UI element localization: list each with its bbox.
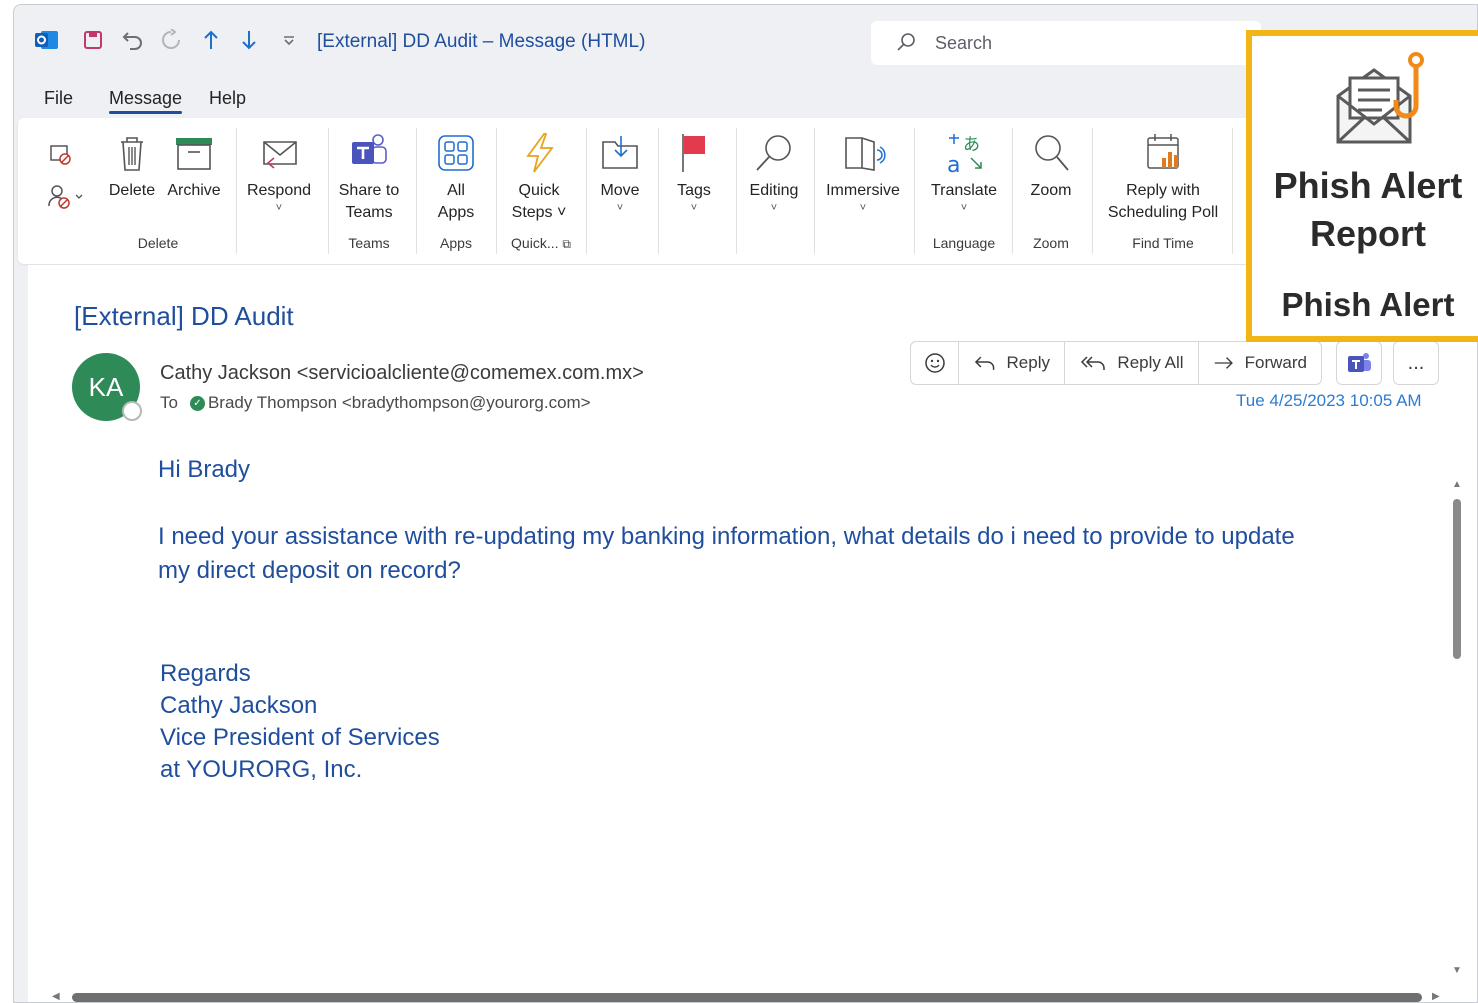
forward-button[interactable]: Forward (1199, 342, 1321, 384)
block-sender-icon[interactable] (46, 182, 86, 210)
signature-company: at YOURORG, Inc. (160, 756, 363, 783)
signature-name: Cathy Jackson (160, 692, 318, 719)
search-icon (897, 33, 915, 51)
tab-file[interactable]: File (44, 88, 73, 109)
move-folder-icon (602, 136, 638, 169)
ignore-icon[interactable] (46, 140, 74, 168)
received-date: Tue 4/25/2023 10:05 AM (1236, 391, 1422, 410)
zoom-icon (1035, 135, 1069, 171)
apps-grid-icon (438, 135, 474, 171)
scroll-down-icon[interactable]: ▼ (1452, 965, 1462, 976)
reading-pane: [External] DD Audit KA Cathy Jackson <se… (28, 265, 1477, 1002)
reaction-button[interactable] (911, 342, 959, 384)
search-box[interactable]: Search (871, 21, 1261, 65)
vertical-scrollbar[interactable]: ▲ ▼ (1450, 479, 1464, 979)
more-actions-button[interactable]: ... (1393, 341, 1439, 385)
group-label-language: Language (932, 235, 996, 251)
message-subject: [External] DD Audit (74, 301, 294, 331)
outlook-icon (34, 27, 60, 53)
signature-regards: Regards (160, 660, 251, 687)
archive-icon (176, 138, 212, 170)
group-label-quick-steps: Quick... ⧉ (511, 235, 571, 251)
phish-alert-label-line-2: Report (1310, 213, 1426, 254)
body-greeting: Hi Brady (158, 456, 251, 483)
tab-message[interactable]: Message (109, 88, 183, 114)
group-label-phish-alert: Phish Alert (1281, 286, 1455, 323)
sender[interactable]: Cathy Jackson <servicioalcliente@comemex… (160, 362, 644, 385)
reply-all-button[interactable]: Reply All (1065, 342, 1199, 384)
quick-steps-button[interactable]: Quick Steps ˅ (504, 130, 574, 224)
dialog-launcher-icon[interactable]: ⧉ (562, 237, 571, 251)
smiley-icon (924, 353, 945, 373)
all-apps-button[interactable]: All Apps (426, 130, 486, 224)
respond-button[interactable]: Respond ˅ (244, 130, 314, 214)
vertical-scroll-thumb[interactable] (1453, 499, 1461, 659)
group-label-zoom: Zoom (1033, 235, 1069, 251)
immersive-reader-icon (845, 137, 886, 171)
share-teams-button[interactable] (1336, 341, 1382, 385)
reply-button[interactable]: Reply (959, 342, 1065, 384)
recipient-verified-icon: ✓ (189, 395, 205, 411)
reply-with-scheduling-poll-button[interactable]: Reply with Scheduling Poll (1100, 130, 1226, 224)
teams-icon (1348, 353, 1371, 372)
phish-alert-label-line-1: Phish Alert (1273, 165, 1463, 206)
calendar-poll-icon (1147, 134, 1179, 169)
lightning-icon (526, 133, 554, 173)
scroll-left-icon[interactable]: ◀ (52, 991, 60, 1002)
forward-arrow-icon (1214, 357, 1233, 369)
signature-title: Vice President of Services (160, 724, 440, 751)
search-placeholder: Search (935, 33, 993, 53)
find-icon (756, 135, 791, 171)
undo-icon[interactable] (120, 27, 146, 53)
reply-all-icon (1081, 356, 1106, 370)
reply-icon (974, 356, 995, 370)
tab-help[interactable]: Help (209, 88, 246, 109)
group-label-teams: Teams (348, 235, 390, 251)
previous-item-icon[interactable] (198, 27, 224, 53)
phish-alert-icon (1336, 52, 1424, 144)
next-item-icon[interactable] (236, 27, 262, 53)
redo-icon[interactable] (158, 27, 184, 53)
to-label: To (160, 393, 178, 412)
scroll-right-icon[interactable]: ▶ (1432, 991, 1440, 1002)
share-to-teams-button[interactable]: Share to Teams (334, 130, 404, 224)
translate-button[interactable]: aあ Translate ˅ (922, 130, 1006, 214)
translate-icon: aあ (947, 134, 982, 176)
recipient[interactable]: Brady Thompson <bradythompson@yourorg.co… (208, 393, 591, 413)
delete-button[interactable]: Delete (104, 130, 160, 202)
immersive-reader-button[interactable]: Immersive ˅ (820, 130, 906, 214)
editing-button[interactable]: Editing ˅ (742, 130, 806, 214)
tags-button[interactable]: Tags ˅ (666, 130, 722, 214)
message-actions: Reply Reply All Forward (910, 341, 1322, 385)
svg-text:あ: あ (963, 135, 980, 155)
customize-toolbar-icon[interactable] (276, 27, 302, 53)
flag-icon (682, 134, 705, 172)
group-label-apps: Apps (440, 235, 472, 251)
archive-button[interactable]: Archive (164, 130, 224, 202)
teams-icon (352, 134, 387, 164)
recipient-line: To ✓ Brady Thompson <bradythompson@youro… (160, 393, 591, 413)
horizontal-scroll-thumb[interactable] (72, 993, 1422, 1002)
body-paragraph-line-1: I need your assistance with re-updating … (158, 523, 1295, 550)
svg-text:a: a (947, 153, 960, 176)
envelope-reply-icon (263, 141, 297, 169)
move-button[interactable]: Move ˅ (588, 130, 652, 214)
group-label-find-time: Find Time (1132, 235, 1194, 251)
body-paragraph-line-2: my direct deposit on record? (158, 557, 461, 584)
save-icon[interactable] (80, 27, 106, 53)
window-title: [External] DD Audit – Message (HTML) (317, 31, 646, 52)
group-label-delete: Delete (137, 235, 179, 251)
scroll-up-icon[interactable]: ▲ (1452, 479, 1462, 490)
phish-alert-report-button[interactable]: Phish Alert Report Phish Alert (1246, 30, 1478, 342)
presence-status-icon (122, 401, 142, 421)
horizontal-scrollbar[interactable]: ◀ ▶ (28, 989, 1477, 1002)
zoom-button[interactable]: Zoom (1020, 130, 1082, 202)
trash-icon (121, 137, 143, 171)
